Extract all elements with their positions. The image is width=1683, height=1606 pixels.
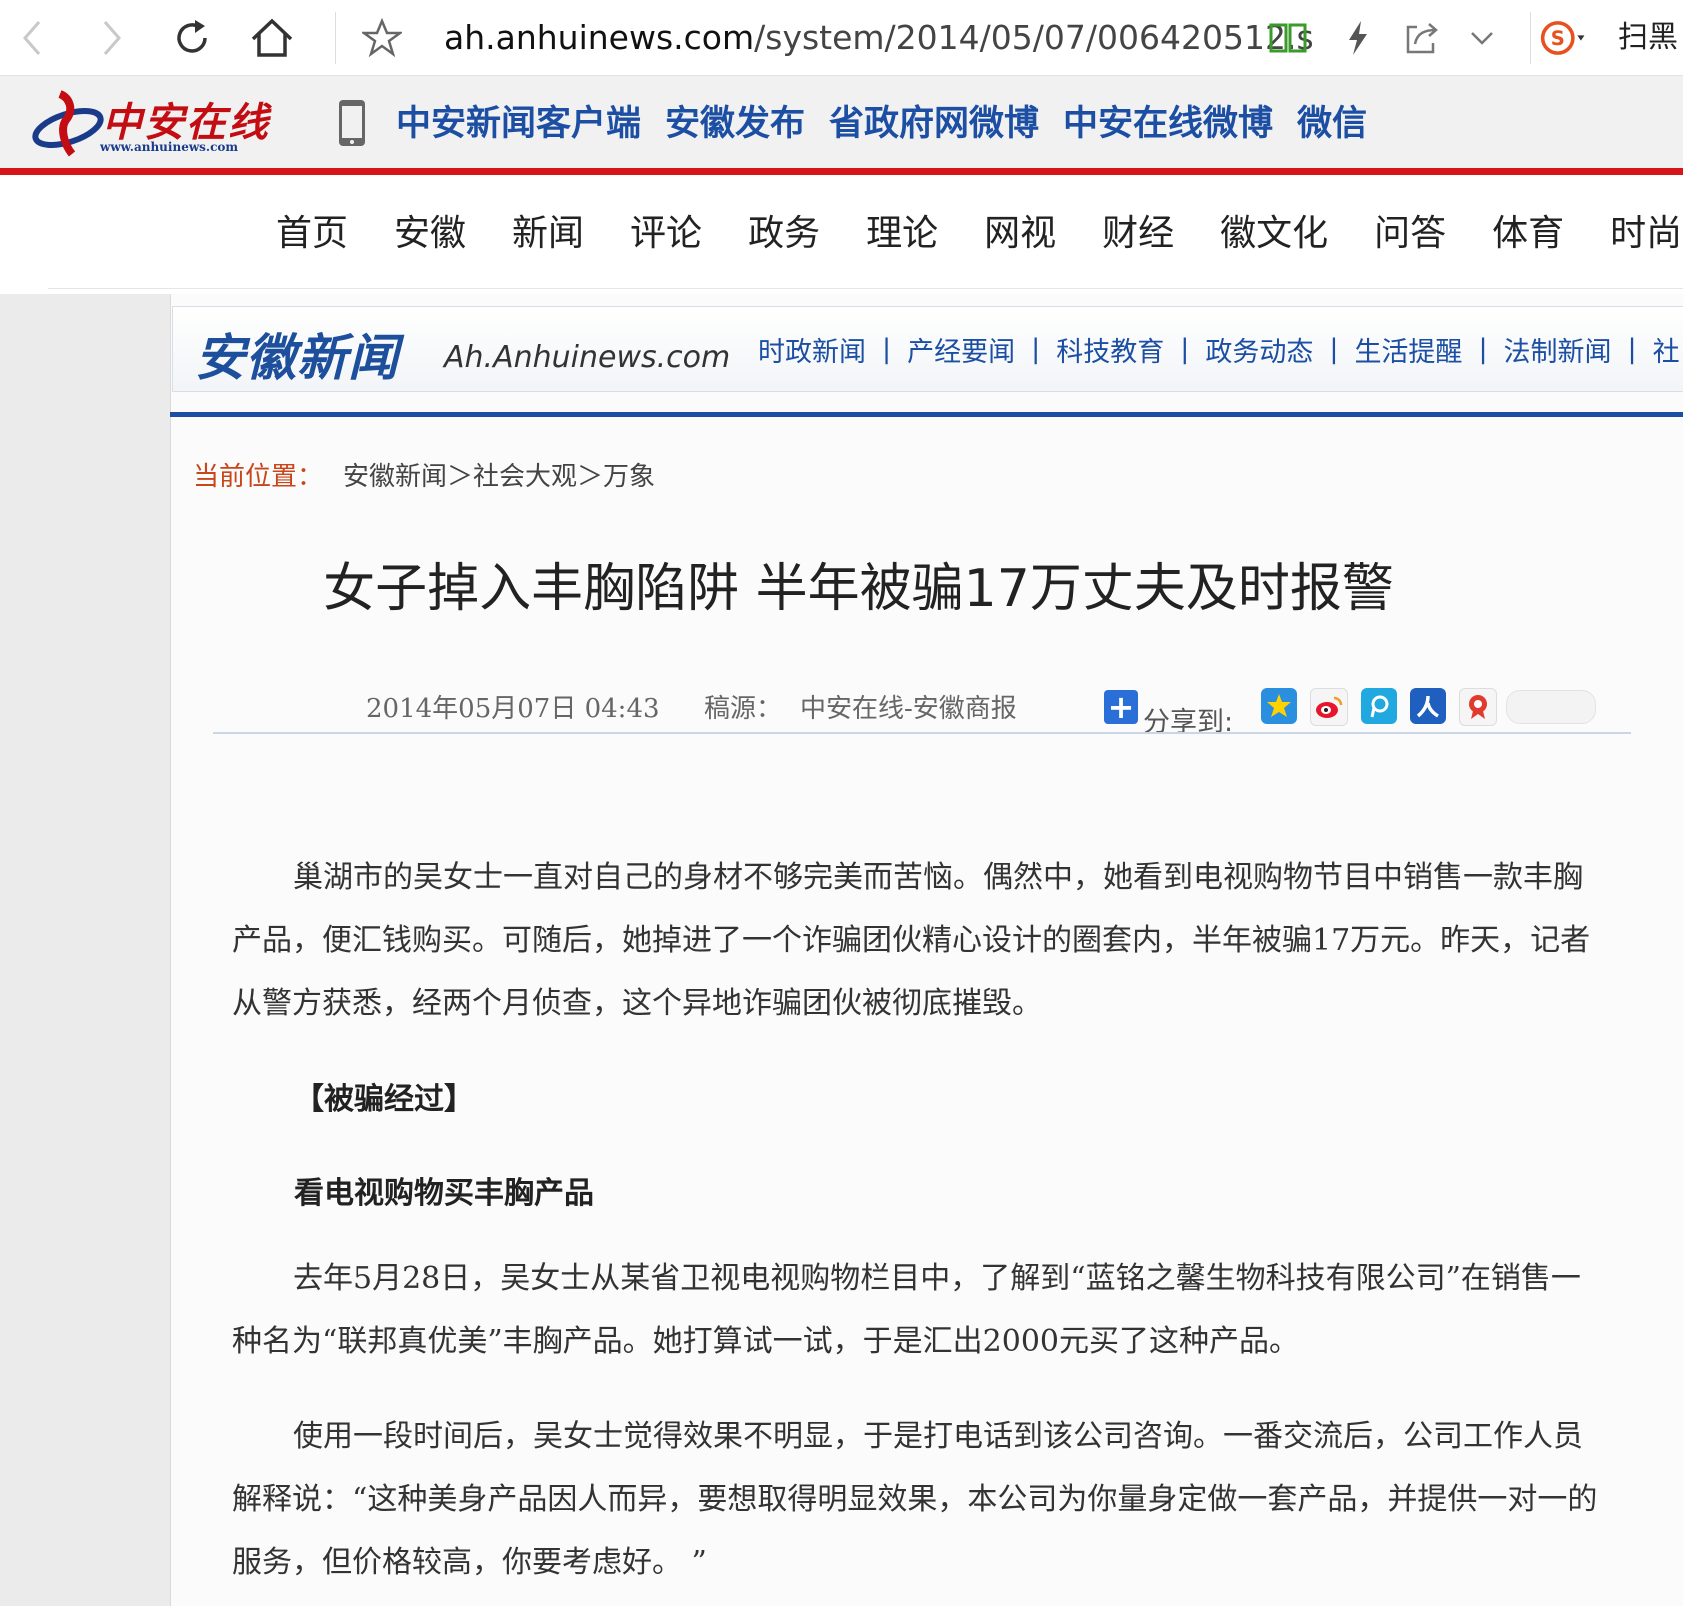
url-host: ah.anhuinews.com bbox=[444, 18, 755, 57]
share-count-pill[interactable] bbox=[1506, 690, 1596, 724]
section-nav-legal[interactable]: 法制新闻 bbox=[1504, 330, 1612, 369]
nav-item-news[interactable]: 新闻 bbox=[512, 208, 584, 260]
nav-divider bbox=[48, 288, 1683, 289]
sogou-icon[interactable]: S bbox=[1540, 14, 1588, 62]
breadcrumb[interactable]: 安徽新闻＞社会大观＞万象 bbox=[343, 456, 655, 493]
header-link-gov-weibo[interactable]: 省政府网微博 bbox=[829, 98, 1039, 150]
section-nav-science[interactable]: 科技教育 bbox=[1056, 330, 1164, 369]
nav-item-theory[interactable]: 理论 bbox=[866, 208, 938, 260]
article-paragraph: 巢湖市的吴女士一直对自己的身材不够完美而苦恼。偶然中，她看到电视购物节目中销售一… bbox=[232, 860, 1591, 1021]
article-paragraph: 使用一段时间后，吴女士觉得效果不明显，于是打电话到该公司咨询。一番交流后，公司工… bbox=[232, 1419, 1598, 1580]
nav-item-hui-culture[interactable]: 徽文化 bbox=[1220, 208, 1328, 260]
reader-icon[interactable] bbox=[1264, 14, 1312, 62]
left-gutter bbox=[0, 294, 170, 1606]
phone-icon bbox=[336, 98, 368, 148]
nav-item-anhui[interactable]: 安徽 bbox=[394, 208, 466, 260]
nav-item-sports[interactable]: 体育 bbox=[1492, 208, 1564, 260]
section-domain: Ah.Anhuinews.com bbox=[444, 340, 731, 375]
tencent-weibo-icon[interactable] bbox=[1361, 688, 1397, 724]
nav-item-government[interactable]: 政务 bbox=[748, 208, 820, 260]
wechat-icon[interactable] bbox=[1459, 688, 1497, 726]
weibo-icon[interactable] bbox=[1310, 688, 1348, 726]
article-title: 女子掉入丰胸陷阱 半年被骗17万丈夫及时报警 bbox=[323, 559, 1394, 619]
nav-item-comment[interactable]: 评论 bbox=[630, 208, 702, 260]
header-links: 中安新闻客户端 安徽发布 省政府网微博 中安在线微博 微信 bbox=[396, 98, 1367, 150]
nav-item-fashion[interactable]: 时尚 bbox=[1610, 208, 1682, 260]
section-nav-society[interactable]: 社 bbox=[1653, 330, 1680, 369]
browser-toolbar: ah.anhuinews.com/system/2014/05/07/00642… bbox=[0, 0, 1683, 76]
breadcrumb-label: 当前位置： bbox=[193, 462, 324, 492]
article-source-label: 稿源： bbox=[704, 694, 783, 724]
article-source: 中安在线-安徽商报 bbox=[800, 694, 1017, 724]
section-nav-politics[interactable]: 时政新闻 bbox=[758, 330, 866, 369]
star-icon[interactable] bbox=[358, 14, 406, 62]
share-icons bbox=[1261, 688, 1497, 726]
header-red-rule bbox=[0, 168, 1683, 175]
lightning-icon[interactable] bbox=[1334, 14, 1382, 62]
header-link-app[interactable]: 中安新闻客户端 bbox=[396, 98, 641, 150]
chevron-down-icon[interactable] bbox=[1458, 14, 1506, 62]
reload-icon[interactable] bbox=[168, 14, 216, 62]
section-nav: 时政新闻 | 产经要闻 | 科技教育 | 政务动态 | 生活提醒 | 法制新闻 | 社 bbox=[758, 330, 1680, 369]
header-link-wechat[interactable]: 微信 bbox=[1297, 98, 1367, 150]
back-icon[interactable] bbox=[8, 14, 56, 62]
nav-item-home[interactable]: 首页 bbox=[276, 208, 348, 260]
url-path: /system/2014/05/07/006420512.s bbox=[754, 18, 1314, 57]
qzone-icon[interactable] bbox=[1261, 688, 1297, 724]
article-body-3: 使用一段时间后，吴女士觉得效果不明显，于是打电话到该公司咨询。一番交流后，公司工… bbox=[232, 1405, 1602, 1594]
section-nav-affairs[interactable]: 政务动态 bbox=[1205, 330, 1313, 369]
share-plus-icon[interactable]: + bbox=[1104, 690, 1138, 724]
share-out-icon[interactable] bbox=[1398, 14, 1446, 62]
section-nav-life[interactable]: 生活提醒 bbox=[1354, 330, 1462, 369]
forward-icon[interactable] bbox=[88, 14, 136, 62]
logo-url: www.anhuinews.com bbox=[100, 140, 239, 154]
section-subheading: 看电视购物买丰胸产品 bbox=[294, 1176, 594, 1211]
header-link-anhui-release[interactable]: 安徽发布 bbox=[665, 98, 805, 150]
article-body-2: 去年5月28日，吴女士从某省卫视电视购物栏目中，了解到“蓝铭之馨生物科技有限公司… bbox=[232, 1247, 1602, 1373]
nav-item-video[interactable]: 网视 bbox=[984, 208, 1056, 260]
nav-item-qa[interactable]: 问答 bbox=[1374, 208, 1446, 260]
section-heading: 【被骗经过】 bbox=[294, 1082, 474, 1117]
section-nav-industry[interactable]: 产经要闻 bbox=[907, 330, 1015, 369]
meta-divider bbox=[213, 732, 1631, 734]
renren-icon[interactable] bbox=[1410, 688, 1446, 724]
header-link-site-weibo[interactable]: 中安在线微博 bbox=[1063, 98, 1273, 150]
home-icon[interactable] bbox=[248, 14, 296, 62]
scan-label[interactable]: 扫黑 bbox=[1618, 14, 1678, 62]
svg-text:S: S bbox=[1551, 27, 1565, 50]
address-bar[interactable]: ah.anhuinews.com/system/2014/05/07/00642… bbox=[444, 14, 1314, 62]
nav-item-finance[interactable]: 财经 bbox=[1102, 208, 1174, 260]
section-title[interactable]: 安徽新闻 bbox=[195, 318, 399, 390]
article-paragraph: 去年5月28日，吴女士从某省卫视电视购物栏目中，了解到“蓝铭之馨生物科技有限公司… bbox=[232, 1261, 1581, 1359]
main-nav-items: 首页 安徽 新闻 评论 政务 理论 网视 财经 徽文化 问答 体育 时尚 bbox=[276, 208, 1683, 260]
article-body: 巢湖市的吴女士一直对自己的身材不够完美而苦恼。偶然中，她看到电视购物节目中销售一… bbox=[232, 846, 1602, 1035]
toolbar-divider bbox=[335, 12, 336, 64]
article-date: 2014年05月07日 04:43 bbox=[366, 694, 660, 724]
section-blue-rule bbox=[170, 412, 1683, 417]
toolbar-divider-right bbox=[1530, 12, 1531, 64]
